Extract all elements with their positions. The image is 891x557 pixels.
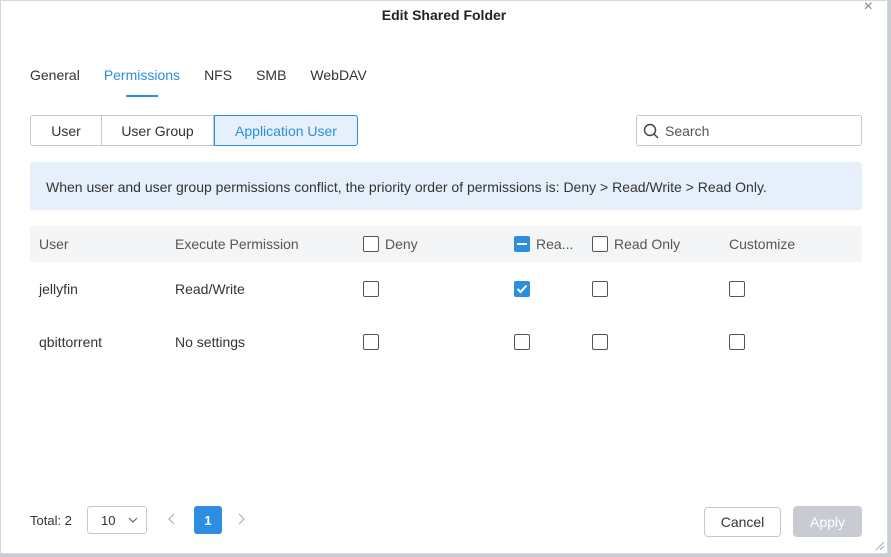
- header-execute-permission: Execute Permission: [175, 236, 299, 252]
- total-count: Total: 2: [30, 513, 72, 528]
- header-customize: Customize: [729, 236, 796, 252]
- customize-checkbox[interactable]: [729, 280, 745, 297]
- tab-bar: General Permissions NFS SMB WebDAV: [30, 67, 391, 97]
- header-user: User: [39, 236, 69, 252]
- cancel-button[interactable]: Cancel: [704, 507, 781, 537]
- read-only-checkbox[interactable]: [592, 333, 608, 350]
- table-row: jellyfin Read/Write: [30, 262, 862, 315]
- table-row: qbittorrent No settings: [30, 315, 862, 368]
- header-deny-label: Deny: [385, 236, 418, 252]
- header-read-write: Rea...: [514, 236, 573, 252]
- customize-checkbox[interactable]: [729, 333, 745, 350]
- chevron-left-icon[interactable]: [167, 512, 177, 526]
- user-type-segmented-control: User User Group Application User: [30, 115, 358, 146]
- tab-webdav[interactable]: WebDAV: [310, 67, 366, 97]
- table-header: User Execute Permission Deny Rea... Read…: [30, 226, 862, 262]
- resize-handle-icon[interactable]: [873, 539, 885, 551]
- permission-priority-notice: When user and user group permissions con…: [30, 162, 862, 210]
- header-deny-checkbox[interactable]: [363, 236, 379, 252]
- read-write-checkbox[interactable]: [514, 333, 530, 350]
- row-execute-permission: No settings: [175, 333, 246, 350]
- search-box[interactable]: [636, 115, 862, 146]
- deny-checkbox[interactable]: [363, 333, 379, 350]
- read-write-checkbox[interactable]: [514, 280, 530, 297]
- row-user: jellyfin: [39, 280, 78, 297]
- row-user: qbittorrent: [39, 333, 103, 350]
- edit-shared-folder-dialog: Edit Shared Folder × General Permissions…: [0, 0, 888, 554]
- search-icon: [643, 123, 659, 139]
- chevron-right-icon[interactable]: [236, 512, 246, 526]
- chevron-down-icon: [128, 517, 138, 523]
- segment-application-user[interactable]: Application User: [214, 115, 358, 146]
- header-read-only-label: Read Only: [614, 236, 681, 252]
- tab-nfs[interactable]: NFS: [204, 67, 232, 97]
- header-read-only-checkbox[interactable]: [592, 236, 608, 252]
- segment-user[interactable]: User: [30, 115, 102, 146]
- search-input[interactable]: [665, 122, 845, 139]
- close-icon[interactable]: ×: [864, 0, 873, 16]
- row-execute-permission: Read/Write: [175, 280, 245, 297]
- segment-user-group[interactable]: User Group: [102, 115, 214, 146]
- header-read-only: Read Only: [592, 236, 680, 252]
- deny-checkbox[interactable]: [363, 280, 379, 297]
- tab-smb[interactable]: SMB: [256, 67, 286, 97]
- header-deny: Deny: [363, 236, 418, 252]
- check-icon: [516, 284, 528, 293]
- page-number-button[interactable]: 1: [194, 506, 222, 534]
- header-read-write-checkbox[interactable]: [514, 236, 530, 252]
- tab-general[interactable]: General: [30, 67, 80, 97]
- permissions-table: User Execute Permission Deny Rea... Read…: [30, 226, 862, 368]
- apply-button[interactable]: Apply: [793, 506, 862, 537]
- tab-permissions[interactable]: Permissions: [104, 67, 180, 97]
- read-only-checkbox[interactable]: [592, 280, 608, 297]
- page-size-select[interactable]: 10: [87, 506, 147, 534]
- header-read-write-label: Rea...: [536, 236, 574, 252]
- dialog-title: Edit Shared Folder: [381, 7, 507, 23]
- page-size-value: 10: [101, 512, 116, 528]
